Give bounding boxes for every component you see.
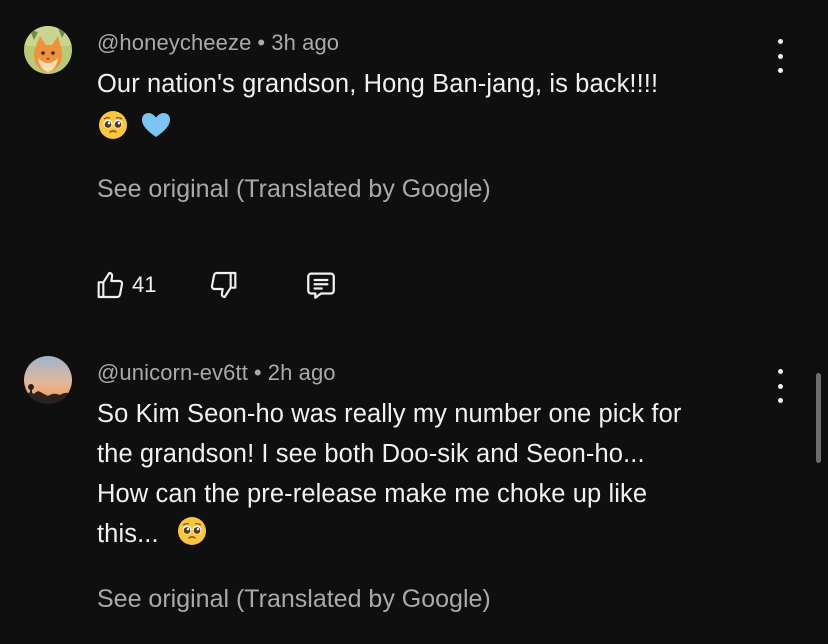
like-count: 41 [132, 272, 157, 297]
comment-item: @unicorn-ev6tt • 2h ago So Kim Seon-ho was… [0, 330, 828, 644]
light-blue-heart-emoji [140, 109, 172, 153]
thumbs-up-icon [94, 269, 126, 301]
comment-author[interactable]: @honeycheeze [97, 30, 251, 55]
comment-text-line: the grandson! I see both Doo-sik and Seo… [97, 440, 645, 468]
comment-text-line: So Kim Seon-ho was really my number one … [97, 400, 682, 428]
see-original-link[interactable]: See original (Translated by Google) [97, 585, 491, 614]
pleading-face-emoji [176, 515, 208, 559]
like-button[interactable]: 41 [94, 268, 156, 302]
avatar[interactable] [24, 26, 72, 74]
comment-timestamp[interactable]: 2h ago [268, 360, 336, 385]
reply-button[interactable] [304, 268, 338, 302]
comment-emoji-line [97, 104, 777, 148]
dislike-button[interactable] [208, 268, 240, 302]
avatar[interactable] [24, 356, 72, 404]
comment-text: Our nation's grandson, Hong Ban-jang, is… [97, 64, 777, 148]
comment-meta: @honeycheeze • 3h ago [97, 30, 339, 56]
comment-text-line: this... [97, 514, 777, 559]
thumbs-down-icon [208, 269, 240, 301]
reply-comment-icon [304, 268, 338, 302]
meta-separator: • [257, 30, 266, 55]
comment-text-segment: this... [97, 520, 159, 548]
meta-separator: • [253, 360, 262, 385]
comment-timestamp[interactable]: 3h ago [271, 30, 339, 55]
comment-text-line: Our nation's grandson, Hong Ban-jang, is… [97, 70, 659, 98]
avatar-cat-image [24, 26, 72, 74]
comment-author[interactable]: @unicorn-ev6tt [97, 360, 248, 385]
comment-meta: @unicorn-ev6tt • 2h ago [97, 360, 336, 386]
scrollbar-thumb[interactable] [816, 373, 821, 463]
comment-text: So Kim Seon-ho was really my number one … [97, 394, 777, 559]
comment-item: @honeycheeze • 3h ago Our nation's grandso… [0, 0, 828, 330]
see-original-link[interactable]: See original (Translated by Google) [97, 175, 491, 204]
comment-text-line: How can the pre-release make me choke up… [97, 480, 648, 508]
pleading-face-emoji [97, 109, 129, 153]
avatar-sunset-image [24, 356, 72, 404]
